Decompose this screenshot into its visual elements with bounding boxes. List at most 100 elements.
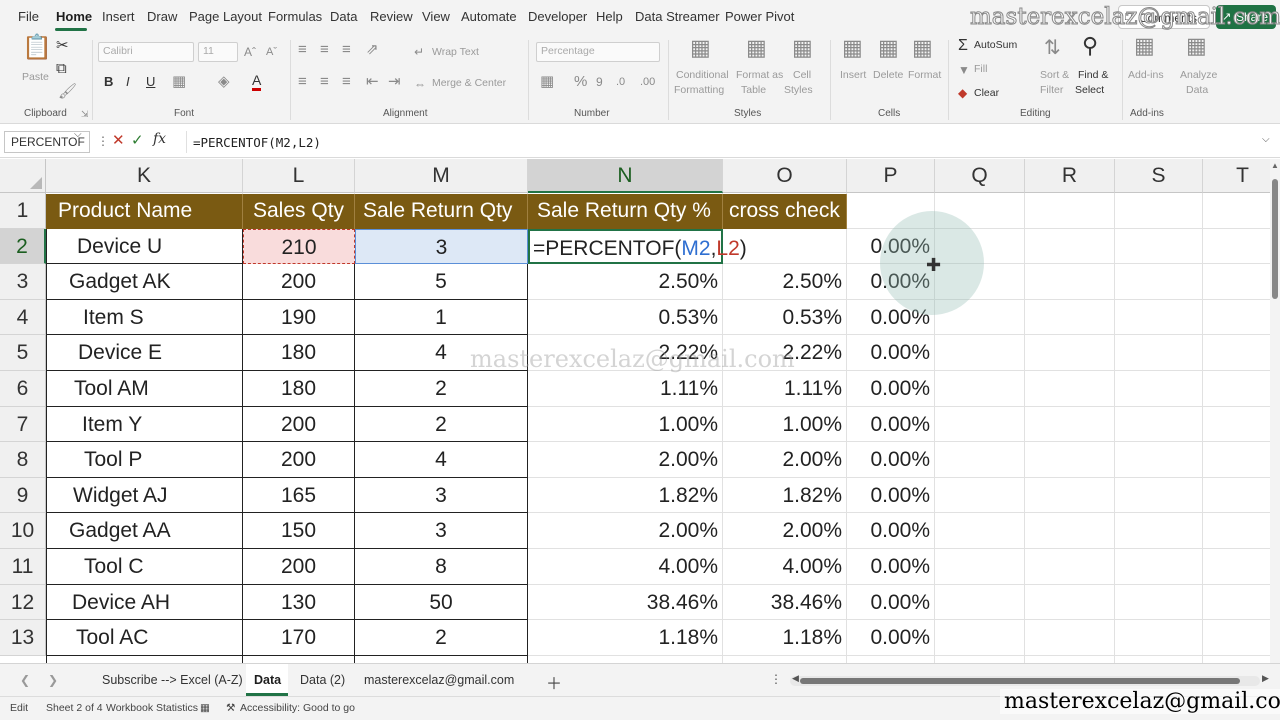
copy-icon[interactable]: ⧉ <box>56 61 67 77</box>
align-left-icon[interactable]: ≡ <box>298 74 307 90</box>
cut-icon[interactable]: ✂ <box>56 38 69 54</box>
return-pct-cell[interactable]: 1.18% <box>528 620 723 656</box>
product-name-cell[interactable]: Widget AJ <box>46 477 243 514</box>
percentof-result-cell[interactable]: 0.00% <box>847 335 935 371</box>
percentof-result-cell[interactable]: 0.00% <box>847 406 935 443</box>
percent-style-icon[interactable]: % <box>574 74 587 90</box>
insert-function-button[interactable]: fx <box>153 131 166 147</box>
worksheet-grid[interactable]: KLMNOPQRST 1 2 3 4 5 6 7 8 9 10 11 12 13 Product Nam… <box>0 159 1270 663</box>
add-ins-button[interactable]: Add-ins <box>1128 68 1164 83</box>
sheet-tab-data[interactable]: Data <box>254 673 281 687</box>
align-middle-icon[interactable]: ≡ <box>320 42 329 58</box>
column-header-o[interactable]: O <box>723 159 847 193</box>
horizontal-scroll-thumb[interactable] <box>800 678 1240 684</box>
comma-style-icon[interactable]: 9 <box>596 74 603 90</box>
column-header-p[interactable]: P <box>847 159 935 193</box>
wrap-text-button[interactable]: Wrap Text <box>432 45 479 60</box>
align-center-icon[interactable]: ≡ <box>320 74 329 90</box>
tab-data-streamer[interactable]: Data Streamer <box>635 9 720 24</box>
accounting-format-icon[interactable]: ▦ <box>540 74 554 90</box>
scroll-left-icon[interactable]: ◀ <box>792 673 799 684</box>
row-header-5[interactable]: 5 <box>0 335 46 371</box>
product-name-cell[interactable]: Gadget AA <box>46 513 243 549</box>
table-header-2[interactable]: Sale Return Qty <box>355 194 528 229</box>
return-pct-cell[interactable]: 1.00% <box>528 406 723 443</box>
sales-qty-cell[interactable]: 130 <box>243 584 355 621</box>
tab-data[interactable]: Data <box>330 9 357 24</box>
column-header-n[interactable]: N <box>528 159 723 193</box>
increase-decimal-icon[interactable]: .0 <box>616 74 625 90</box>
return-qty-cell[interactable]: 1 <box>355 299 528 336</box>
accessibility-status[interactable]: Accessibility: Good to go <box>240 702 355 714</box>
column-header-l[interactable]: L <box>243 159 355 193</box>
cross-check-cell[interactable]: 1.82% <box>723 477 847 514</box>
return-qty-cell[interactable]: 3 <box>355 513 528 549</box>
sales-qty-cell[interactable]: 200 <box>243 264 355 300</box>
clear-button[interactable]: Clear <box>974 86 999 101</box>
column-header-q[interactable]: Q <box>935 159 1025 193</box>
active-cell-editor[interactable]: =PERCENTOF(M2,L2) <box>528 228 747 265</box>
increase-indent-icon[interactable]: ⇥ <box>388 74 401 90</box>
return-qty-cell[interactable]: 3 <box>355 477 528 514</box>
font-name-select[interactable]: Calibri <box>98 42 194 62</box>
row-header-6[interactable]: 6 <box>0 371 46 407</box>
return-qty-cell[interactable]: 3 <box>355 228 528 265</box>
tab-automate[interactable]: Automate <box>461 9 517 24</box>
horizontal-scrollbar[interactable] <box>790 676 1260 686</box>
decrease-decimal-icon[interactable]: .00 <box>640 74 655 90</box>
tab-developer[interactable]: Developer <box>528 9 587 24</box>
next-sheet-icon[interactable]: ❯ <box>48 673 58 687</box>
row-header-7[interactable]: 7 <box>0 406 46 443</box>
product-name-cell[interactable]: Device AH <box>46 584 243 621</box>
percentof-result-cell[interactable]: 0.00% <box>847 477 935 514</box>
italic-icon[interactable]: I <box>126 74 130 90</box>
scroll-right-icon[interactable]: ▶ <box>1262 673 1269 684</box>
sales-qty-cell[interactable]: 200 <box>243 549 355 585</box>
sales-qty-cell[interactable]: 210 <box>243 228 355 265</box>
column-header-t[interactable]: T <box>1203 159 1270 193</box>
row-header-13[interactable]: 13 <box>0 620 46 656</box>
merge-center-button[interactable]: Merge & Center <box>432 76 506 91</box>
cross-check-cell[interactable]: 4.00% <box>723 549 847 585</box>
cross-check-cell[interactable]: 2.50% <box>723 264 847 300</box>
fill-button[interactable]: Fill <box>974 62 987 77</box>
product-name-cell[interactable]: Device U <box>46 228 243 265</box>
return-qty-cell[interactable]: 8 <box>355 549 528 585</box>
return-pct-cell[interactable]: 0.53% <box>528 299 723 336</box>
format-as-table-button[interactable]: Format as <box>736 68 783 83</box>
sort-filter-button[interactable]: Sort & <box>1040 68 1069 83</box>
font-size-select[interactable]: 11 <box>198 42 238 62</box>
product-name-cell[interactable]: Tool P <box>46 442 243 478</box>
return-pct-cell[interactable]: 2.00% <box>528 513 723 549</box>
row-header-10[interactable]: 10 <box>0 513 46 549</box>
tab-home[interactable]: Home <box>56 9 92 24</box>
vertical-scrollbar[interactable]: ▲ <box>1270 159 1280 663</box>
row-header-3[interactable]: 3 <box>0 264 46 300</box>
percentof-result-cell[interactable]: 0.00% <box>847 371 935 407</box>
decrease-font-icon[interactable]: Aˇ <box>266 44 277 60</box>
formula-input[interactable]: =PERCENTOF(M2,L2) <box>186 131 1256 153</box>
table-header-0[interactable]: Product Name <box>46 194 243 229</box>
clipboard-launcher-icon[interactable]: ⇲ <box>81 106 89 122</box>
row-header-1[interactable]: 1 <box>0 193 46 229</box>
insert-cells-button[interactable]: Insert <box>840 68 866 83</box>
row-header-12[interactable]: 12 <box>0 584 46 621</box>
sheet-tab-email[interactable]: masterexcelaz@gmail.com <box>364 673 514 687</box>
scroll-up-icon[interactable]: ▲ <box>1271 161 1279 170</box>
percentof-result-cell[interactable]: 0.00% <box>847 513 935 549</box>
sales-qty-cell[interactable]: 165 <box>243 477 355 514</box>
product-name-cell[interactable]: Device E <box>46 335 243 371</box>
tab-file[interactable]: File <box>18 9 39 24</box>
underline-icon[interactable]: U <box>146 74 155 90</box>
percentof-result-cell[interactable]: 0.00% <box>847 442 935 478</box>
sheet-tab-data-2[interactable]: Data (2) <box>300 673 345 687</box>
table-header-3[interactable]: Sale Return Qty % <box>528 194 723 229</box>
return-pct-cell[interactable]: 1.82% <box>528 477 723 514</box>
return-qty-cell[interactable]: 5 <box>355 264 528 300</box>
decrease-indent-icon[interactable]: ⇤ <box>366 74 379 90</box>
product-name-cell[interactable]: Tool AM <box>46 371 243 407</box>
cross-check-cell[interactable]: 1.11% <box>723 371 847 407</box>
sales-qty-cell[interactable]: 180 <box>243 371 355 407</box>
return-pct-cell[interactable]: 2.50% <box>528 264 723 300</box>
cross-check-cell[interactable] <box>723 229 847 265</box>
